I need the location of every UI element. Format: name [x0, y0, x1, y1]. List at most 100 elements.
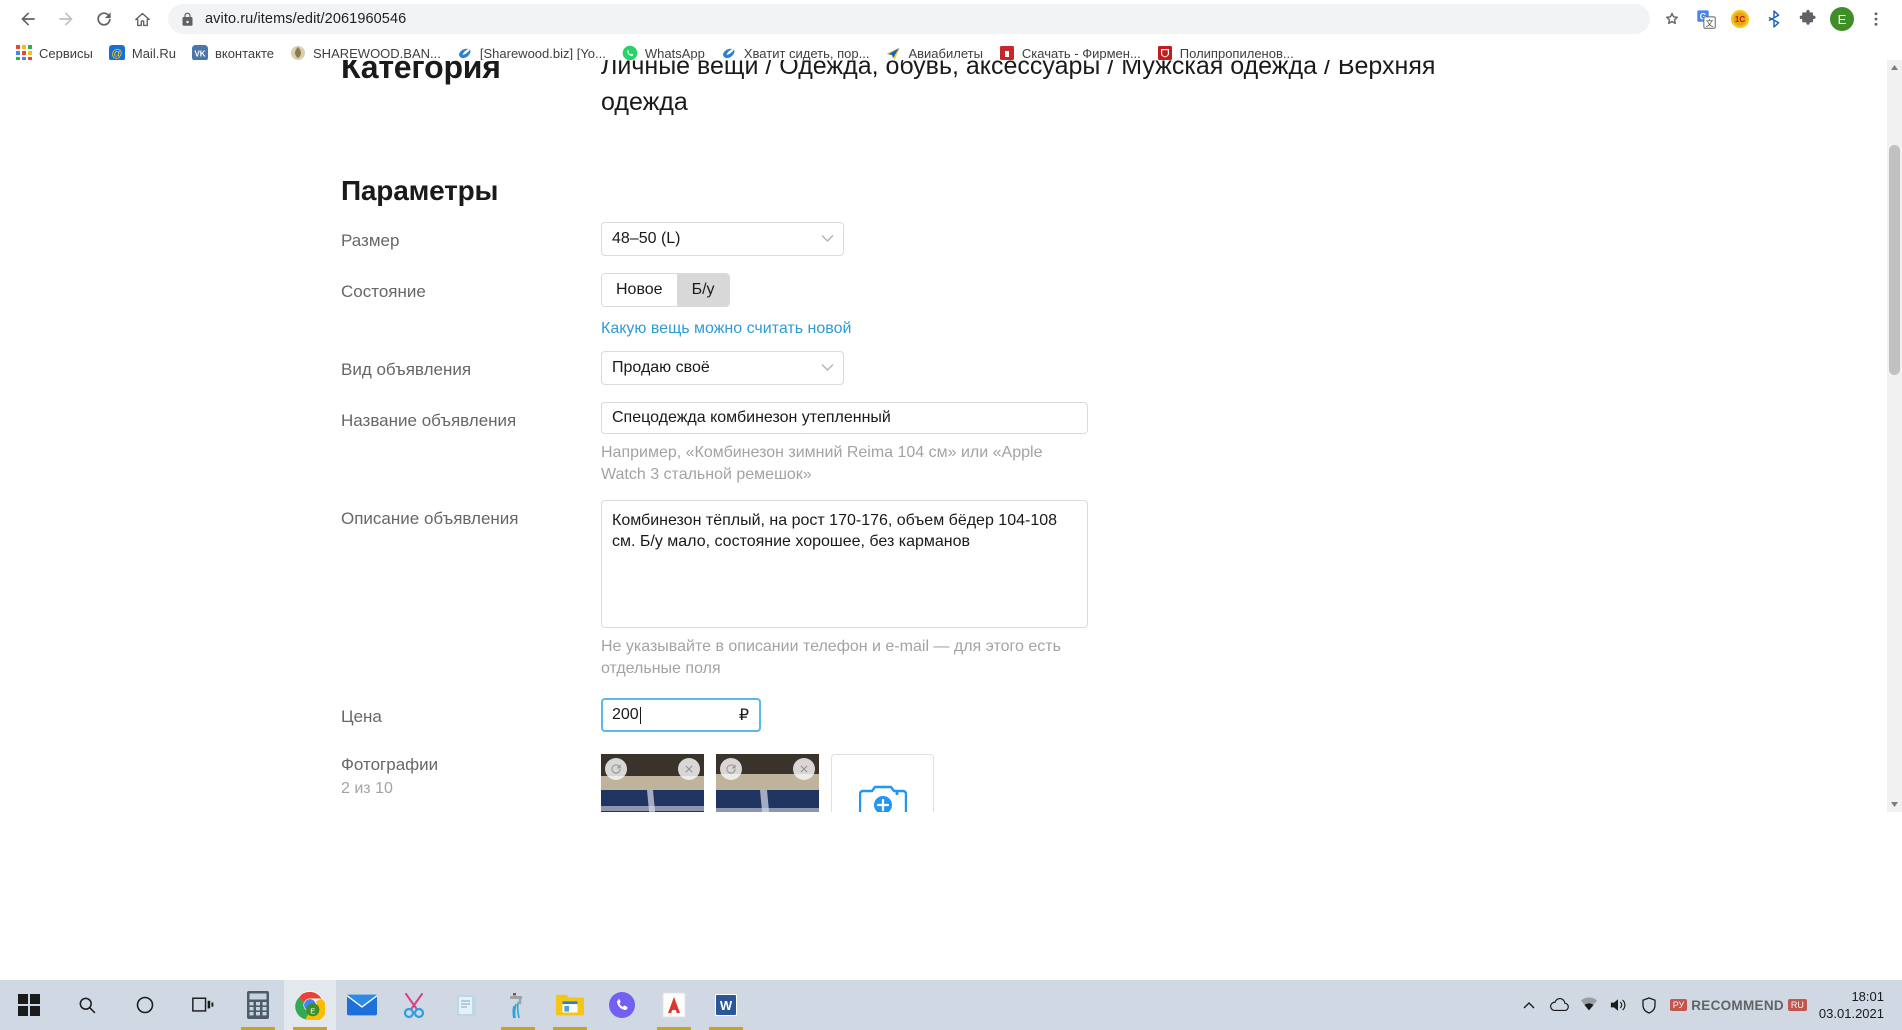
bookmark-label: Скачать - Фирмен...	[1021, 45, 1141, 61]
back-button[interactable]	[10, 1, 46, 37]
photo-thumbnail[interactable]	[716, 754, 819, 812]
star-icon[interactable]	[1656, 3, 1688, 35]
scrollbar-thumb[interactable]	[1889, 145, 1900, 375]
sharewood-icon	[290, 45, 306, 61]
scroll-down-arrow[interactable]	[1887, 797, 1902, 812]
ad-type-select-value: Продаю своё	[612, 359, 710, 376]
task-view-icon[interactable]	[174, 980, 232, 1030]
clock-time: 18:01	[1851, 989, 1884, 1004]
watermark: РУ RECOMMEND RU	[1664, 998, 1813, 1013]
ad-type-field-col: Продаю своё	[601, 351, 1600, 385]
ad-description-textarea[interactable]: Комбинезон тёплый, на рост 170-176, объе…	[601, 500, 1088, 628]
red-doc-icon	[999, 45, 1015, 61]
svg-text:VK: VK	[194, 50, 205, 59]
network-icon[interactable]	[1574, 980, 1604, 1030]
photos-list	[601, 754, 1600, 812]
rotate-icon[interactable]	[720, 758, 742, 780]
rotate-icon[interactable]	[605, 758, 627, 780]
profile-avatar-icon[interactable]: E	[1826, 3, 1858, 35]
category-row: Категория Личные вещи / Одежда, обувь, а…	[0, 60, 1521, 120]
taskbar-clock[interactable]: 18:01 03.01.2021	[1813, 980, 1894, 1030]
taskbar-app-snipping-tool[interactable]	[388, 980, 440, 1030]
size-field-col: 48–50 (L)	[601, 222, 1600, 256]
size-select-value: 48–50 (L)	[612, 230, 681, 247]
taskbar-app-word[interactable]: W	[700, 980, 752, 1030]
photo-thumbnail[interactable]	[601, 754, 704, 812]
onedrive-icon[interactable]	[1544, 980, 1574, 1030]
svg-text:@: @	[111, 48, 122, 60]
extension-1c-icon[interactable]: 1C	[1724, 3, 1756, 35]
taskbar-app-faucet[interactable]	[492, 980, 544, 1030]
parameters-section-title: Параметры	[341, 175, 499, 206]
taskbar-tray-group: РУ RECOMMEND RU 18:01 03.01.2021	[1514, 980, 1902, 1030]
taskbar-app-avast[interactable]	[648, 980, 700, 1030]
condition-help-link[interactable]: Какую вещь можно считать новой	[601, 320, 851, 337]
scroll-up-arrow[interactable]	[1887, 60, 1902, 75]
svg-text:文: 文	[1705, 18, 1713, 28]
condition-toggle-group: Новое Б/у	[601, 273, 730, 307]
avito-edit-ad-page: Категория Личные вещи / Одежда, обувь, а…	[0, 60, 1902, 812]
camera-add-icon	[858, 781, 907, 812]
address-bar[interactable]: avito.ru/items/edit/2061960546	[168, 4, 1650, 34]
reload-button[interactable]	[86, 1, 122, 37]
price-field-col: 200 ₽	[601, 698, 1600, 732]
price-row: Цена 200 ₽	[0, 698, 1600, 732]
condition-label: Состояние	[341, 282, 426, 301]
ad-description-label: Описание объявления	[341, 509, 519, 528]
chevron-down-icon	[821, 230, 834, 248]
bookmark-label: WhatsApp	[644, 45, 705, 61]
taskbar-left-group: E W	[0, 980, 752, 1030]
svg-text:1C: 1C	[1735, 15, 1745, 24]
ad-title-row: Название объявления Спецодежда комбинезо…	[0, 402, 1600, 486]
ad-type-select[interactable]: Продаю своё	[601, 351, 844, 385]
currency-symbol: ₽	[738, 707, 749, 724]
bookmark-label: Mail.Ru	[131, 45, 176, 61]
svg-text:W: W	[720, 998, 733, 1013]
bookmark-label: Хватит сидеть, пор...	[743, 45, 870, 61]
chevron-up-icon[interactable]	[1514, 980, 1544, 1030]
price-label: Цена	[341, 707, 382, 726]
puzzle-extensions-icon[interactable]	[1792, 3, 1824, 35]
taskbar-app-mail[interactable]	[336, 980, 388, 1030]
size-select[interactable]: 48–50 (L)	[601, 222, 844, 256]
cortana-circle-icon[interactable]	[116, 980, 174, 1030]
chrome-menu-icon[interactable]	[1860, 3, 1892, 35]
taskbar-app-file-explorer[interactable]	[544, 980, 596, 1030]
condition-option-new[interactable]: Новое	[602, 274, 677, 306]
category-label: Категория	[341, 60, 501, 85]
volume-icon[interactable]	[1604, 980, 1634, 1030]
watermark-suffix: RU	[1787, 999, 1807, 1011]
google-translate-icon[interactable]: G 文	[1690, 3, 1722, 35]
blue-swirl-icon	[457, 45, 473, 61]
condition-field-col: Новое Б/у Какую вещь можно считать новой	[601, 273, 1600, 338]
taskbar-app-viber[interactable]	[596, 980, 648, 1030]
condition-option-used[interactable]: Б/у	[676, 274, 729, 306]
page-scrollbar[interactable]	[1887, 60, 1902, 812]
price-value: 200	[612, 706, 639, 723]
shield-icon[interactable]	[1634, 980, 1664, 1030]
taskbar-app-calculator[interactable]	[232, 980, 284, 1030]
ad-description-row: Описание объявления Комбинезон тёплый, н…	[0, 500, 1600, 680]
taskbar-app-notepad[interactable]	[440, 980, 492, 1030]
watermark-text: RECOMMEND	[1691, 997, 1784, 1013]
category-label-col: Категория	[0, 60, 601, 86]
taskbar-app-chrome[interactable]: E	[284, 980, 336, 1030]
bookmark-label: SHAREWOOD.BAN...	[313, 45, 441, 61]
close-icon[interactable]	[678, 758, 700, 780]
close-icon[interactable]	[793, 758, 815, 780]
bookmark-label: Полипропиленов...	[1179, 45, 1294, 61]
clock-date: 03.01.2021	[1818, 1006, 1884, 1021]
add-photo-button[interactable]	[831, 754, 934, 812]
windows-start-icon[interactable]	[0, 980, 58, 1030]
ad-title-input[interactable]: Спецодежда комбинезон утепленный	[601, 402, 1088, 434]
bluetooth-icon[interactable]	[1758, 3, 1790, 35]
home-button[interactable]	[124, 1, 160, 37]
ad-type-label: Вид объявления	[341, 360, 472, 379]
price-input[interactable]: 200 ₽	[601, 698, 761, 732]
forward-button[interactable]	[48, 1, 84, 37]
svg-text:E: E	[310, 1006, 315, 1015]
windows-taskbar: E W РУ RECOMMEND RU 18:01 03.01.2021	[0, 980, 1902, 1030]
search-icon[interactable]	[58, 980, 116, 1030]
bookmark-label: [Sharewood.biz] [Yo...	[479, 45, 606, 61]
size-label-col: Размер	[0, 222, 601, 252]
